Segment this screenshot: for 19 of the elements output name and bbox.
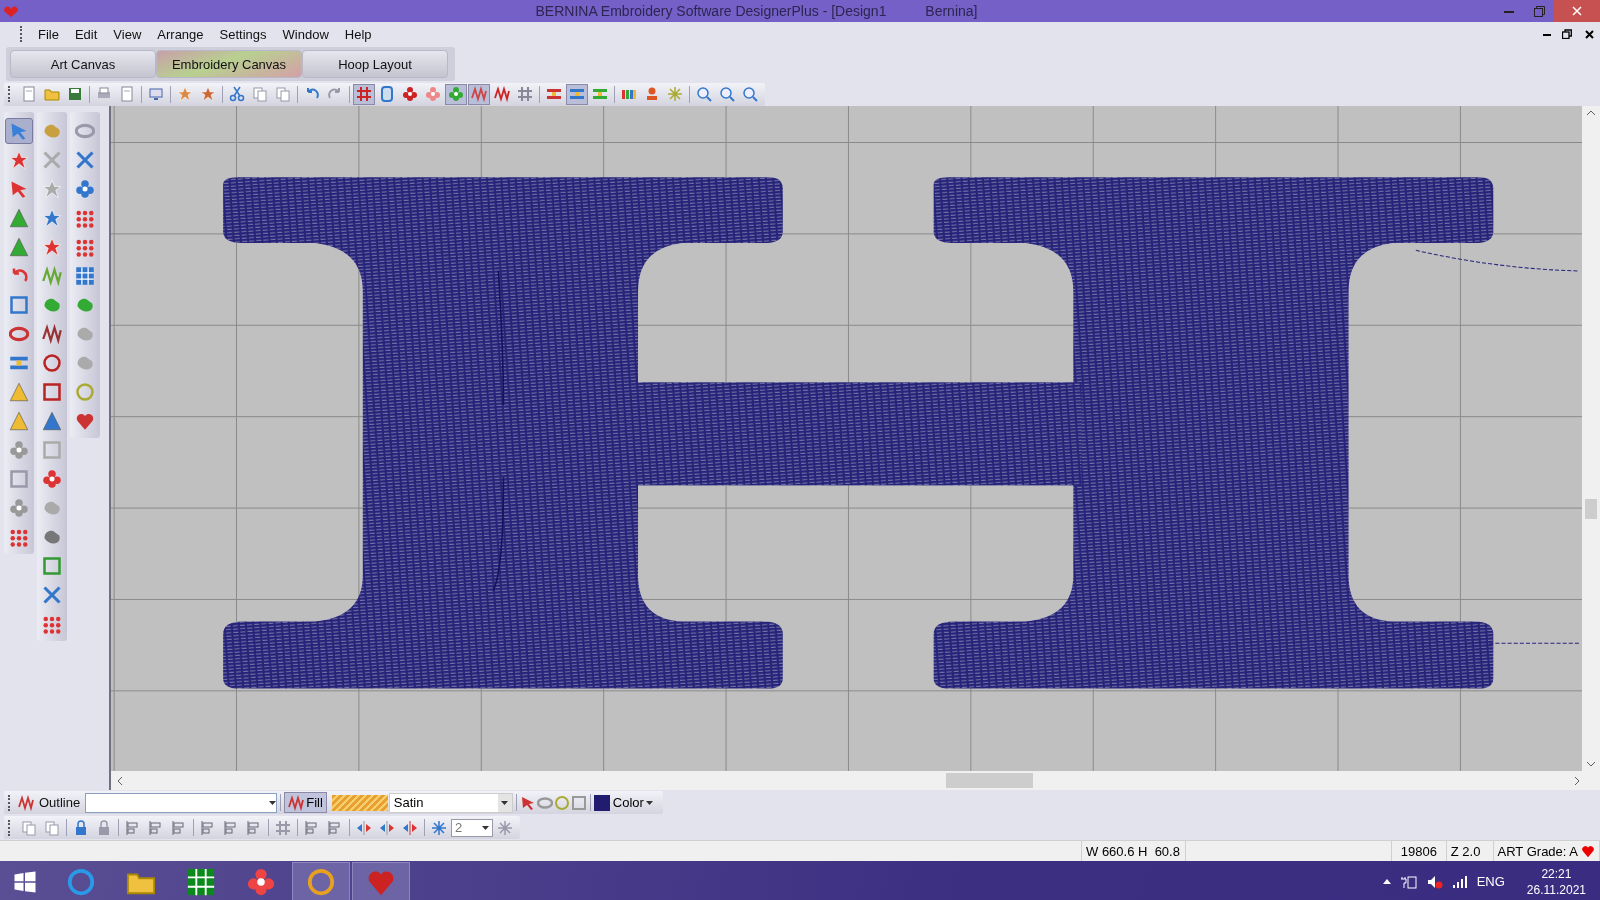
window-title: BERNINA Embroidery Software DesignerPlus - [Design1 Bernina]	[534, 3, 979, 19]
outline-label: Outline	[39, 795, 81, 810]
menu-item[interactable]: View	[106, 24, 149, 44]
fill-button[interactable]: Fill	[284, 792, 327, 813]
canvas-tab[interactable]: Art Canvas	[10, 50, 156, 78]
count-field[interactable]: 2	[451, 818, 493, 837]
canvas-tab[interactable]: Embroidery Canvas	[156, 50, 302, 78]
menu-item[interactable]: Help	[337, 24, 379, 44]
art-grade-text: ART Grade: A	[1497, 843, 1578, 859]
input-language[interactable]: ENG	[1476, 874, 1505, 889]
menu-item[interactable]: Window	[275, 24, 336, 44]
menu-item[interactable]: Edit	[67, 24, 105, 44]
canvas-tab[interactable]: Hoop Layout	[302, 50, 448, 78]
color-button[interactable]: Color	[610, 795, 655, 810]
menu-item[interactable]: Settings	[212, 24, 274, 44]
clock[interactable]: 22:21 26.11.2021	[1526, 865, 1586, 898]
menu-item[interactable]: File	[31, 24, 66, 44]
menu-item[interactable]: Arrange	[150, 24, 211, 44]
fill-type-select[interactable]: Satin	[388, 792, 513, 813]
